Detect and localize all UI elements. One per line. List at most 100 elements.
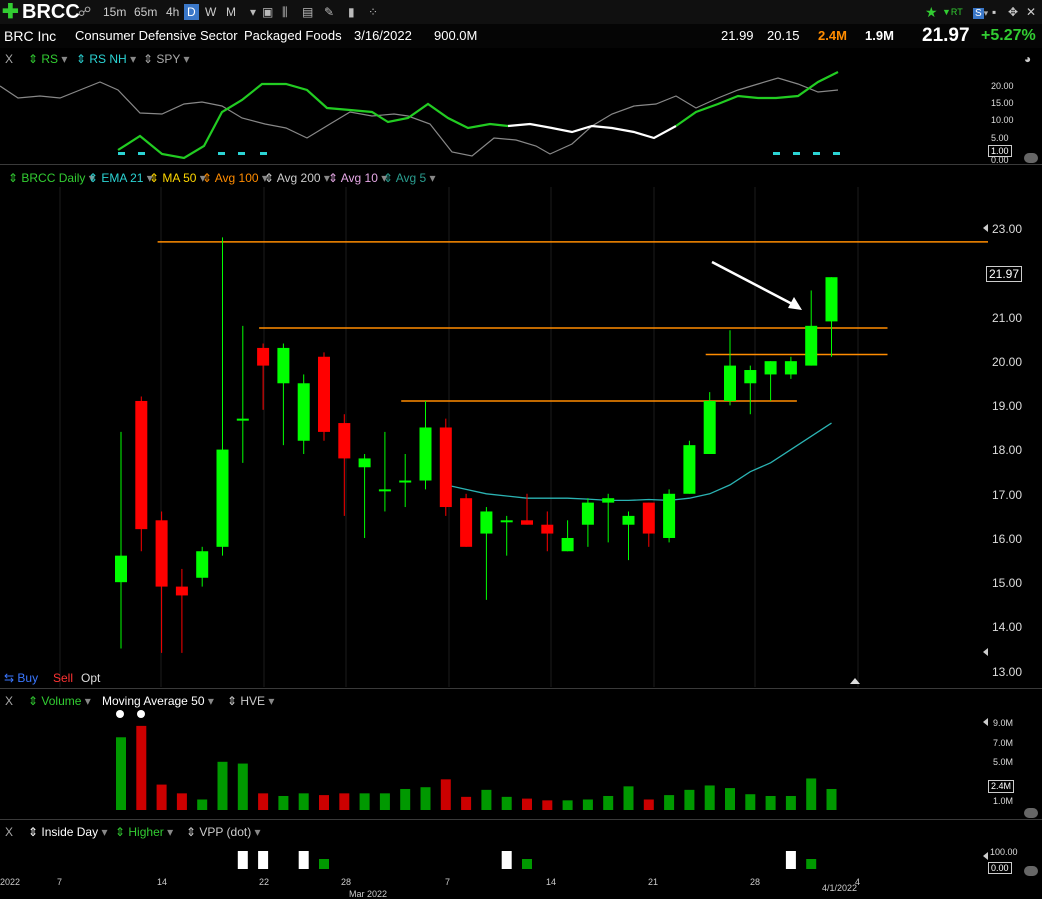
candle-body bbox=[460, 498, 473, 547]
candle-body bbox=[642, 502, 655, 534]
scroll-arrow-icon bbox=[983, 224, 988, 232]
candle-body bbox=[541, 524, 554, 534]
scroll-arrow-icon bbox=[983, 648, 988, 656]
text-icon[interactable]: ▮ bbox=[348, 0, 355, 24]
volume-bar bbox=[156, 784, 167, 810]
price-axis-label: 23.00 bbox=[992, 222, 1023, 236]
close-icon[interactable]: ✕ bbox=[1026, 0, 1036, 24]
price-chart[interactable] bbox=[0, 187, 1042, 687]
star-icon[interactable]: ★ bbox=[925, 0, 938, 24]
hve-dot bbox=[116, 710, 124, 718]
vpp-toggle[interactable]: ⇕ VPP (dot) ▾ bbox=[186, 823, 261, 841]
rs-nh-dot bbox=[118, 152, 125, 155]
price-panel-header: ⇕ BRCC Daily ▾ ⇕ EMA 21 ▾ ⇕ MA 50 ▾ ⇕ Av… bbox=[0, 169, 1042, 187]
volume-current-label: 2.4M bbox=[988, 780, 1015, 793]
volume-bar bbox=[806, 778, 817, 810]
candle-body bbox=[703, 400, 716, 454]
higher-toggle[interactable]: ⇕ Higher ▾ bbox=[115, 823, 173, 841]
candle-body bbox=[602, 498, 615, 503]
x-axis-label: 14 bbox=[157, 877, 168, 887]
layout-icon[interactable]: ▣ bbox=[262, 0, 273, 24]
rt-icon[interactable]: ▼RT bbox=[942, 0, 963, 24]
palette-icon[interactable]: ◕ bbox=[1024, 50, 1031, 68]
panel-divider[interactable] bbox=[0, 819, 1042, 820]
volume-bar bbox=[176, 793, 187, 810]
sell-link[interactable]: Sell bbox=[53, 669, 73, 687]
volume-chart[interactable] bbox=[0, 710, 1042, 818]
inside-day-marks bbox=[237, 851, 817, 869]
volume-bar bbox=[359, 793, 370, 810]
candle bbox=[196, 546, 209, 587]
ema21-toggle[interactable]: ⇕ EMA 21 ▾ bbox=[88, 169, 153, 187]
chart-type-icon[interactable]: ▾ bbox=[250, 0, 256, 24]
timeframe-65m[interactable]: 65m bbox=[134, 4, 157, 20]
settings-icon[interactable]: ✥ bbox=[1008, 0, 1018, 24]
s-icon[interactable]: S ▾ bbox=[973, 0, 988, 26]
volume-close-button[interactable]: X bbox=[5, 692, 13, 710]
volume-bar bbox=[522, 798, 532, 810]
volume-bar bbox=[765, 795, 776, 810]
hve-toggle[interactable]: ⇕ HVE ▾ bbox=[227, 692, 274, 710]
spy-toggle[interactable]: ⇕ SPY ▾ bbox=[143, 50, 190, 68]
avg200-toggle[interactable]: ⇕ Avg 200 ▾ bbox=[264, 169, 330, 187]
buy-link[interactable]: ⇆ Buy bbox=[4, 669, 38, 687]
last-price: 21.97 bbox=[922, 25, 970, 46]
rs-close-button[interactable]: X bbox=[5, 50, 13, 68]
higher-mark bbox=[806, 859, 817, 869]
candle-body bbox=[196, 551, 209, 578]
candle bbox=[825, 277, 838, 357]
inside-axis-label: 100.00 bbox=[990, 847, 1018, 857]
volume-bar bbox=[826, 788, 837, 810]
panel-divider[interactable] bbox=[0, 164, 1042, 165]
rs-nh-dot bbox=[218, 152, 225, 155]
candle bbox=[257, 343, 270, 410]
volume-toggle[interactable]: ⇕ Volume ▾ bbox=[28, 692, 91, 710]
link-icon[interactable]: ☍ bbox=[78, 0, 91, 24]
indicators-icon[interactable]: ⫼ bbox=[282, 0, 288, 24]
rs-axis-label: 5.00 bbox=[991, 133, 1009, 143]
save-icon[interactable]: ▪ bbox=[992, 0, 996, 24]
ma50-toggle[interactable]: ⇕ MA 50 ▾ bbox=[149, 169, 206, 187]
inside-day-toggle[interactable]: ⇕ Inside Day ▾ bbox=[28, 823, 107, 841]
notes-icon[interactable]: ▤ bbox=[302, 0, 313, 24]
panel-divider[interactable] bbox=[0, 688, 1042, 689]
ema21-line bbox=[445, 422, 832, 502]
price-series-toggle[interactable]: ⇕ BRCC Daily ▾ bbox=[8, 169, 95, 187]
inside-close-button[interactable]: X bbox=[5, 823, 13, 841]
candle bbox=[724, 330, 736, 406]
timeframe-15m[interactable]: 15m bbox=[103, 4, 126, 20]
avg10-toggle[interactable]: ⇕ Avg 10 ▾ bbox=[328, 169, 387, 187]
rs-toggle[interactable]: ⇕ RS ▾ bbox=[28, 50, 67, 68]
add-symbol-icon[interactable]: ✚ bbox=[2, 0, 19, 24]
volume-panel-header: X ⇕ Volume ▾ Moving Average 50 ▾ ⇕ HVE ▾ bbox=[0, 691, 1042, 711]
candle-body bbox=[581, 502, 594, 525]
candle bbox=[358, 454, 371, 538]
candle bbox=[439, 418, 452, 516]
options-link[interactable]: Opt bbox=[81, 669, 100, 687]
industry: Packaged Foods bbox=[244, 28, 342, 43]
avg5-toggle[interactable]: ⇕ Avg 5 ▾ bbox=[383, 169, 436, 187]
rs-nh-toggle[interactable]: ⇕ RS NH ▾ bbox=[76, 50, 136, 68]
timeframe-w[interactable]: W bbox=[205, 4, 216, 20]
avg100-toggle[interactable]: ⇕ Avg 100 ▾ bbox=[202, 169, 268, 187]
ma50-volume-toggle[interactable]: Moving Average 50 ▾ bbox=[102, 692, 214, 710]
volume-bar bbox=[217, 761, 228, 810]
volume-axis-label: 7.0M bbox=[993, 738, 1014, 748]
candle-body bbox=[744, 370, 757, 384]
share-icon[interactable]: ⁘ bbox=[368, 0, 378, 24]
draw-icon[interactable]: ✎ bbox=[324, 0, 334, 24]
candle-body bbox=[521, 520, 533, 525]
price-axis-label: 17.00 bbox=[992, 488, 1023, 502]
candle-body bbox=[683, 445, 696, 494]
volume-bar bbox=[582, 799, 593, 810]
volume-bar bbox=[542, 800, 553, 810]
candle bbox=[480, 507, 493, 600]
timeframe-d[interactable]: D bbox=[184, 4, 199, 20]
timeframe-4h[interactable]: 4h bbox=[166, 4, 179, 20]
rs-axis-label: 15.00 bbox=[991, 98, 1014, 108]
volume-bar bbox=[278, 795, 289, 810]
symbol-label[interactable]: BRCC bbox=[22, 0, 80, 24]
timeframe-m[interactable]: M bbox=[226, 4, 236, 20]
candle bbox=[419, 400, 432, 490]
volume-axis-label: 5.0M bbox=[993, 757, 1014, 767]
